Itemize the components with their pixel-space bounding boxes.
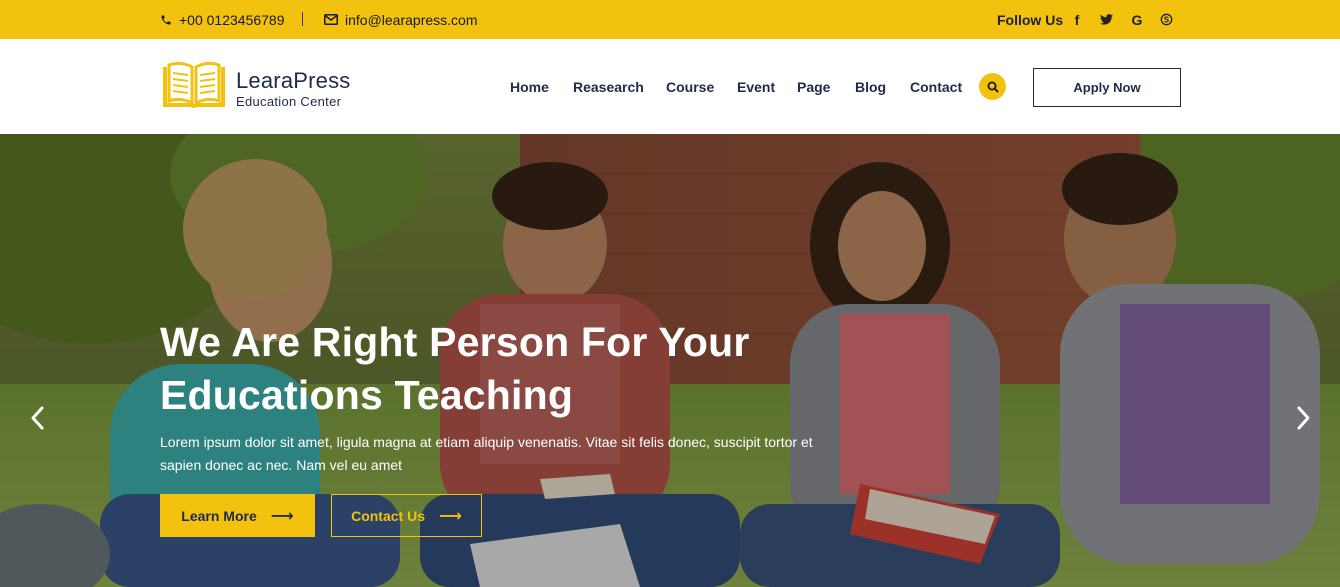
contact-us-button[interactable]: Contact Us ⟶ (331, 494, 482, 537)
nav-course[interactable]: Course (666, 79, 714, 95)
nav-contact[interactable]: Contact (910, 79, 962, 95)
nav-blog[interactable]: Blog (855, 79, 886, 95)
brand-name: LearaPress (236, 68, 351, 93)
hero-title: We Are Right Person For Your Educations … (160, 319, 750, 418)
svg-text:S: S (1163, 15, 1168, 24)
slider-prev-icon[interactable] (26, 402, 48, 434)
nav-event[interactable]: Event (737, 79, 775, 95)
twitter-icon[interactable] (1098, 0, 1114, 39)
apply-now-button[interactable]: Apply Now (1033, 68, 1181, 107)
envelope-icon (324, 14, 338, 25)
arrow-right-icon: ⟶ (270, 507, 294, 525)
learn-more-button[interactable]: Learn More ⟶ (160, 494, 315, 537)
topbar-divider (302, 12, 303, 26)
nav-research[interactable]: Reasearch (573, 79, 644, 95)
email-address: info@learapress.com (345, 11, 478, 28)
hero-slider: We Are Right Person For Your Educations … (0, 134, 1340, 587)
email-contact[interactable]: info@learapress.com (324, 0, 478, 39)
main-header: LearaPress Education Center Home Reasear… (0, 39, 1340, 134)
hero-description: Lorem ipsum dolor sit amet, ligula magna… (160, 434, 813, 473)
brand-tagline: Education Center (236, 94, 342, 109)
facebook-icon[interactable]: f (1069, 0, 1085, 39)
phone-contact[interactable]: +00 0123456789 (160, 0, 285, 39)
contact-us-label: Contact Us (351, 507, 425, 524)
learn-more-label: Learn More (181, 507, 257, 524)
slider-next-icon[interactable] (1293, 402, 1315, 434)
open-book-icon (163, 61, 225, 108)
phone-number: +00 0123456789 (179, 11, 285, 28)
phone-icon (161, 15, 171, 24)
search-icon (987, 81, 999, 93)
site-logo[interactable]: LearaPress Education Center (161, 61, 361, 111)
top-bar: +00 0123456789 info@learapress.com Follo… (0, 0, 1340, 39)
follow-us-label: Follow Us (997, 11, 1064, 28)
nav-home[interactable]: Home (510, 79, 549, 95)
search-button[interactable] (979, 73, 1006, 100)
arrow-right-icon: ⟶ (438, 507, 462, 525)
nav-page[interactable]: Page (797, 79, 830, 95)
skype-icon[interactable]: S (1158, 0, 1174, 39)
google-icon[interactable]: G (1129, 0, 1145, 39)
